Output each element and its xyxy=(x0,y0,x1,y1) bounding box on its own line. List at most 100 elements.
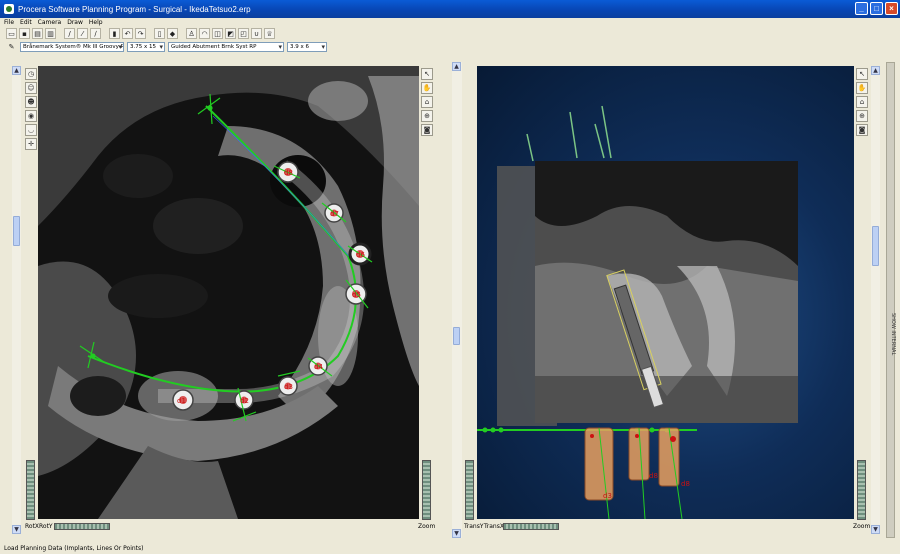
abutment-size-select[interactable]: 3.9 x 6 xyxy=(287,42,327,52)
cross-section-image: d3 d8 d8 xyxy=(477,105,798,519)
menu-edit[interactable]: Edit xyxy=(20,19,32,26)
implant-system-select[interactable]: Brånemark System® Mk III Groovy RP xyxy=(20,42,124,52)
left-view-right-tools: ↖ ✋ ⌂ ⊕ ◙ xyxy=(421,68,433,136)
right-view-tools: ↖ ✋ ⌂ ⊕ ◙ xyxy=(856,68,868,136)
menu-file[interactable]: File xyxy=(4,19,14,26)
right-zoom-label: Zoom xyxy=(853,523,871,530)
jaw-icon[interactable]: ◡ xyxy=(25,124,37,136)
pointer-icon[interactable]: ↖ xyxy=(421,68,433,80)
center-scrollbar[interactable]: ▲ ▼ xyxy=(452,62,462,538)
status-bar: Load Planning Data (Implants, Lines Or P… xyxy=(0,543,900,554)
main-toolbar: ▭ ▪ ▤ ▥ / ⁄ ∕ ▮ ↶ ↷ ▯ ◆ ♙ ◠ ◫ ◩ ◰ ∪ ♕ xyxy=(0,27,900,40)
axis-icon[interactable]: ✛ xyxy=(25,138,37,150)
implant-label-d3: d3 xyxy=(284,383,293,391)
right-scroll-thumb[interactable] xyxy=(872,226,879,266)
status-text: Load Planning Data (Implants, Lines Or P… xyxy=(4,545,144,552)
head-icon[interactable]: ☺ xyxy=(25,82,37,94)
undo-icon[interactable]: ↶ xyxy=(122,28,133,39)
left-scroll-thumb[interactable] xyxy=(13,216,20,246)
show-internal-panel[interactable]: SHOW INTERNAL xyxy=(886,62,896,538)
center-scroll-up-icon[interactable]: ▲ xyxy=(452,62,461,71)
home-icon[interactable]: ⌂ xyxy=(421,96,433,108)
camera-icon-right[interactable]: ◙ xyxy=(856,124,868,136)
scroll-up-icon[interactable]: ▲ xyxy=(12,66,21,75)
diamond-icon[interactable]: ◆ xyxy=(167,28,178,39)
right-zoom-slider[interactable] xyxy=(857,460,866,520)
menu-camera[interactable]: Camera xyxy=(38,19,62,26)
transy-label: TransY xyxy=(464,523,484,530)
frame-icon[interactable]: ◰ xyxy=(238,28,249,39)
face-icon[interactable]: ◉ xyxy=(25,110,37,122)
abutment-select[interactable]: Guided Abutment Brnk Syst RP xyxy=(168,42,284,52)
left-view-tools: ◷ ☺ ☻ ◉ ◡ ✛ xyxy=(25,68,37,150)
implant-label-d4: d4 xyxy=(314,363,323,371)
cube-icon[interactable]: ◫ xyxy=(212,28,223,39)
marker-icon[interactable]: ∕ xyxy=(90,28,101,39)
implant-label-d7: d7 xyxy=(330,210,339,218)
transx-slider[interactable] xyxy=(503,523,559,530)
view-icon[interactable]: ◩ xyxy=(225,28,236,39)
right-scrollbar[interactable]: ▲ ▼ xyxy=(871,66,880,534)
roty-slider[interactable] xyxy=(54,523,110,530)
delete-icon[interactable]: ▮ xyxy=(109,28,120,39)
window-title: Procera Software Planning Program - Surg… xyxy=(18,4,251,14)
center-scroll-thumb[interactable] xyxy=(453,327,460,345)
implant-label-d8: d8 xyxy=(284,169,293,177)
center-scroll-down-icon[interactable]: ▼ xyxy=(452,529,461,538)
menu-help[interactable]: Help xyxy=(89,19,103,26)
crosshair-icon[interactable]: ⊕ xyxy=(421,110,433,122)
menu-draw[interactable]: Draw xyxy=(67,19,83,26)
section-label-d3: d3 xyxy=(603,492,612,500)
left-scrollbar[interactable]: ▲ ▼ xyxy=(12,66,21,534)
arch-icon[interactable]: ∪ xyxy=(251,28,262,39)
rotx-label: RotX xyxy=(25,523,40,530)
cross-section-view[interactable]: d3 d8 d8 xyxy=(477,66,854,519)
implant-label-d2: d2 xyxy=(240,397,249,405)
section-label-d8b: d8 xyxy=(681,480,690,488)
menu-bar: File Edit Camera Draw Help xyxy=(0,18,900,27)
close-button[interactable]: × xyxy=(885,2,898,15)
page-icon[interactable]: ▯ xyxy=(154,28,165,39)
crosshair-icon-right[interactable]: ⊕ xyxy=(856,110,868,122)
rotx-slider[interactable] xyxy=(26,460,35,520)
home-icon-right[interactable]: ⌂ xyxy=(856,96,868,108)
app-icon xyxy=(4,4,14,14)
implant-label-d6: d6 xyxy=(356,251,365,259)
pencil-icon[interactable]: / xyxy=(64,28,75,39)
implant-size-select[interactable]: 3.75 x 15 xyxy=(127,42,165,52)
implant-icon[interactable]: ♙ xyxy=(186,28,197,39)
left-zoom-slider[interactable] xyxy=(422,460,431,520)
pen-icon[interactable]: ⁄ xyxy=(77,28,88,39)
right-scroll-up-icon[interactable]: ▲ xyxy=(871,66,880,75)
redo-icon[interactable]: ↷ xyxy=(135,28,146,39)
pointer-icon-right[interactable]: ↖ xyxy=(856,68,868,80)
implant-tool-icon[interactable]: ✎ xyxy=(6,42,17,53)
left-zoom-label: Zoom xyxy=(418,523,436,530)
right-scroll-down-icon[interactable]: ▼ xyxy=(871,525,880,534)
hand-icon-right[interactable]: ✋ xyxy=(856,82,868,94)
title-bar: Procera Software Planning Program - Surg… xyxy=(0,0,900,18)
implant-label-d1: d1 xyxy=(177,397,186,405)
camera-icon[interactable]: ◙ xyxy=(421,124,433,136)
open-icon[interactable]: ▭ xyxy=(6,28,17,39)
dome-icon[interactable]: ◠ xyxy=(199,28,210,39)
transy-slider[interactable] xyxy=(465,460,474,520)
scroll-down-icon[interactable]: ▼ xyxy=(12,525,21,534)
tooth-icon[interactable]: ♕ xyxy=(264,28,275,39)
export-icon[interactable]: ▤ xyxy=(32,28,43,39)
minimize-button[interactable]: _ xyxy=(855,2,868,15)
save-icon[interactable]: ▪ xyxy=(19,28,30,39)
maximize-button[interactable]: □ xyxy=(870,2,883,15)
axial-view-image: d1 d2 d3 d4 d5 d6 d7 d8 xyxy=(38,66,419,519)
roty-label: RotY xyxy=(39,523,53,530)
skull-icon[interactable]: ☻ xyxy=(25,96,37,108)
implant-toolbar: ✎ Brånemark System® Mk III Groovy RP 3.7… xyxy=(0,41,900,53)
transx-label: TransX xyxy=(484,523,504,530)
implant-bodies xyxy=(584,427,683,519)
hand-icon[interactable]: ✋ xyxy=(421,82,433,94)
import-icon[interactable]: ▥ xyxy=(45,28,56,39)
show-internal-label: SHOW INTERNAL xyxy=(890,313,896,356)
clock-icon[interactable]: ◷ xyxy=(25,68,37,80)
section-label-d8a: d8 xyxy=(649,472,658,480)
axial-view[interactable]: d1 d2 d3 d4 d5 d6 d7 d8 xyxy=(38,66,419,519)
